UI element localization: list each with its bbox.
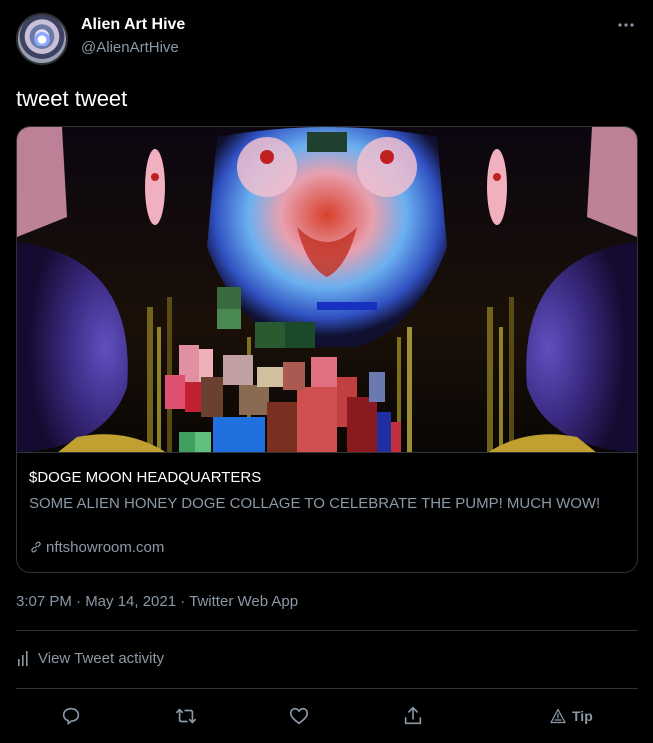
action-bar: Tip xyxy=(16,700,638,732)
avatar[interactable] xyxy=(16,13,68,65)
view-activity-label: View Tweet activity xyxy=(38,650,165,667)
tweet-timestamp[interactable]: 3:07 PM · May 14, 2021 · Twitter Web App xyxy=(16,593,298,610)
card-domain-text: nftshowroom.com xyxy=(46,539,165,556)
like-button[interactable] xyxy=(282,700,316,732)
author-handle[interactable]: @AlienArtHive xyxy=(81,39,179,56)
card-title: $DOGE MOON HEADQUARTERS xyxy=(29,469,262,486)
share-icon xyxy=(404,706,422,725)
view-activity-link[interactable]: View Tweet activity xyxy=(16,650,164,667)
retweet-icon xyxy=(176,708,196,724)
tweet-header: Alien Art Hive @AlienArtHive xyxy=(16,13,638,65)
author-name[interactable]: Alien Art Hive xyxy=(81,16,185,34)
divider xyxy=(16,630,638,631)
link-icon xyxy=(31,541,41,553)
link-card[interactable]: $DOGE MOON HEADQUARTERS SOME ALIEN HONEY… xyxy=(16,126,638,573)
reply-icon xyxy=(62,707,80,725)
reply-button[interactable] xyxy=(54,700,88,732)
share-button[interactable] xyxy=(396,700,430,732)
tweet-text: tweet tweet xyxy=(16,86,128,111)
tip-icon xyxy=(550,708,566,724)
card-image[interactable] xyxy=(17,127,637,453)
more-icon[interactable] xyxy=(614,15,638,35)
tip-button[interactable]: Tip xyxy=(550,700,593,732)
avatar-emblem xyxy=(32,30,52,46)
card-description: SOME ALIEN HONEY DOGE COLLAGE TO CELEBRA… xyxy=(29,495,601,512)
divider xyxy=(16,688,638,689)
tip-label: Tip xyxy=(572,708,593,724)
retweet-button[interactable] xyxy=(169,700,203,732)
heart-icon xyxy=(289,707,309,725)
bar-chart-icon xyxy=(18,651,28,666)
card-domain: nftshowroom.com xyxy=(29,539,164,556)
